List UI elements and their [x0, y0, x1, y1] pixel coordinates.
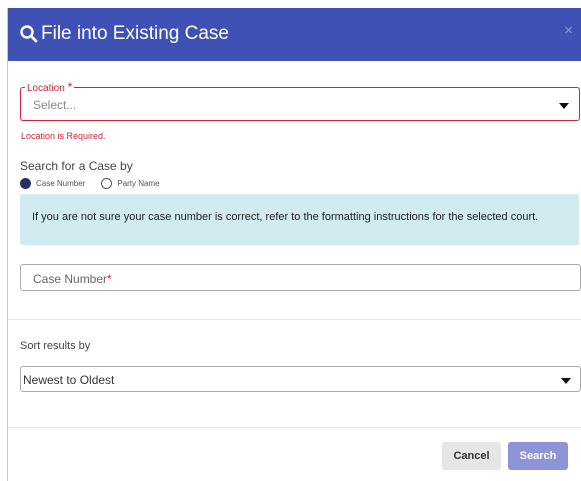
search-by-options: Case Number Party Name	[20, 178, 160, 189]
chevron-down-icon	[559, 103, 569, 109]
sort-label: Sort results by	[20, 340, 91, 352]
dialog-header: File into Existing Case ×	[8, 8, 581, 61]
footer-divider	[8, 427, 581, 428]
case-number-input[interactable]: Case Number*	[20, 264, 581, 291]
dialog-title: File into Existing Case	[41, 23, 229, 44]
info-alert: If you are not sure your case number is …	[20, 194, 579, 245]
search-by-label: Search for a Case by	[20, 159, 133, 173]
search-button[interactable]: Search	[508, 442, 568, 470]
radio-selected-icon[interactable]	[20, 178, 31, 189]
radio-case-number-label: Case Number	[36, 179, 86, 188]
radio-unselected-icon[interactable]	[101, 178, 113, 189]
chevron-down-icon	[561, 378, 571, 384]
section-divider	[8, 319, 581, 320]
location-label: Location *	[25, 80, 75, 94]
location-select[interactable]: Location * Select...	[20, 80, 580, 121]
radio-party-name[interactable]: Party Name	[101, 178, 160, 189]
sort-select[interactable]: Newest to Oldest	[20, 366, 581, 392]
search-icon	[20, 25, 38, 43]
case-number-placeholder: Case Number*	[33, 272, 112, 286]
close-icon[interactable]: ×	[564, 22, 573, 39]
file-into-existing-case-dialog: File into Existing Case × Location * Sel…	[7, 8, 581, 481]
sort-value: Newest to Oldest	[23, 373, 115, 387]
radio-party-name-label: Party Name	[117, 179, 160, 188]
radio-case-number[interactable]: Case Number	[20, 178, 85, 189]
required-marker: *	[107, 272, 112, 286]
location-value: Select...	[33, 98, 77, 112]
location-error: Location is Required.	[21, 131, 106, 141]
cancel-button[interactable]: Cancel	[442, 442, 501, 470]
required-marker: *	[67, 80, 73, 94]
